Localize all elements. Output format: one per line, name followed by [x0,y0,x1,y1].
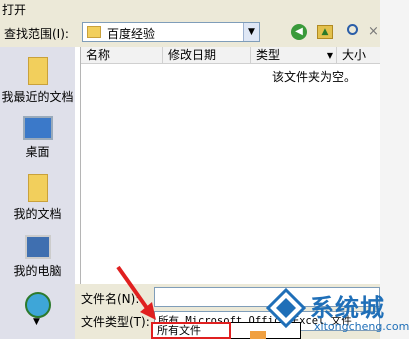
watermark-name: 系统城 [310,294,385,322]
watermark: 系统城 xitongcheng.com [262,286,409,339]
watermark-url: xitongcheng.com [314,320,409,333]
site-logo-icon [265,287,307,329]
